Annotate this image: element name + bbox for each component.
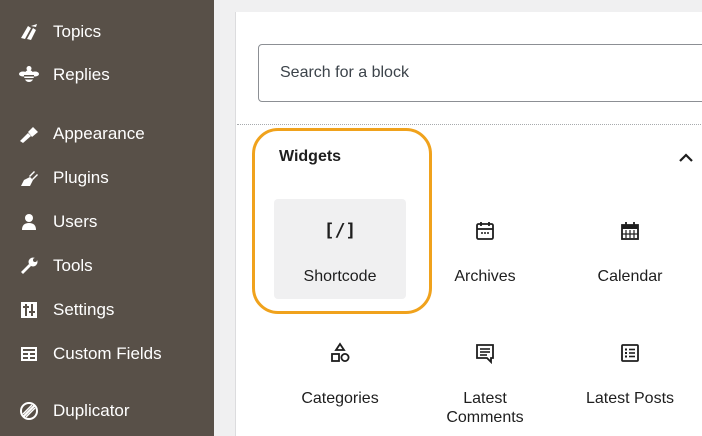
- sidebar-item-label: Users: [53, 212, 98, 231]
- sidebar-item-duplicator[interactable]: Duplicator: [0, 391, 214, 431]
- replies-icon: [18, 64, 40, 86]
- block-label: Shortcode: [303, 268, 377, 285]
- sidebar-item-label: Appearance: [53, 124, 145, 143]
- block-item-latest-posts[interactable]: Latest Posts: [564, 321, 696, 421]
- categories-icon: [326, 339, 354, 367]
- sidebar-item-settings[interactable]: Settings: [0, 290, 214, 330]
- block-item-shortcode[interactable]: [/] Shortcode: [274, 199, 406, 299]
- sidebar-item-label: Topics: [53, 22, 102, 41]
- block-label: Latest Comments: [446, 390, 524, 426]
- settings-icon: [18, 299, 40, 321]
- block-item-archives[interactable]: Archives: [419, 199, 551, 299]
- chevron-up-icon: [678, 153, 694, 163]
- calendar-icon: [616, 217, 644, 245]
- block-item-calendar[interactable]: Calendar: [564, 199, 696, 299]
- latest-comments-icon: [471, 339, 499, 367]
- duplicator-icon: [18, 400, 40, 422]
- sidebar-item-label: Custom Fields: [53, 344, 162, 363]
- block-item-latest-comments[interactable]: Latest Comments: [419, 321, 551, 426]
- plugins-icon: [18, 167, 40, 189]
- panel-divider: [237, 124, 702, 125]
- admin-sidebar: Topics Replies Appearance Plugins Users …: [0, 0, 214, 436]
- block-label: Archives: [454, 268, 516, 285]
- sidebar-item-label: Tools: [53, 256, 93, 275]
- sidebar-item-topics[interactable]: Topics: [0, 12, 214, 52]
- sidebar-item-label: Settings: [53, 300, 115, 319]
- section-title-widgets: Widgets: [279, 148, 342, 165]
- latest-posts-icon: [616, 339, 644, 367]
- sidebar-item-label: Replies: [53, 65, 110, 84]
- block-search-input[interactable]: [258, 44, 702, 102]
- sidebar-item-label: Duplicator: [53, 401, 130, 420]
- shortcode-icon: [/]: [323, 220, 357, 241]
- sidebar-item-users[interactable]: Users: [0, 202, 214, 242]
- users-icon: [18, 211, 40, 233]
- collapse-section-button[interactable]: [672, 144, 700, 172]
- block-label: Calendar: [597, 268, 663, 285]
- block-label: Latest Posts: [585, 390, 675, 407]
- sidebar-item-custom-fields[interactable]: Custom Fields: [0, 334, 214, 374]
- topics-icon: [18, 21, 40, 43]
- tools-icon: [18, 255, 40, 277]
- sidebar-item-replies[interactable]: Replies: [0, 55, 214, 95]
- appearance-icon: [18, 123, 40, 145]
- sidebar-item-label: Plugins: [53, 168, 109, 187]
- sidebar-item-plugins[interactable]: Plugins: [0, 158, 214, 198]
- sidebar-item-appearance[interactable]: Appearance: [0, 114, 214, 154]
- custom-fields-icon: [18, 343, 40, 365]
- sidebar-item-tools[interactable]: Tools: [0, 246, 214, 286]
- block-item-categories[interactable]: Categories: [274, 321, 406, 421]
- block-label: Categories: [301, 390, 379, 407]
- archives-icon: [471, 217, 499, 245]
